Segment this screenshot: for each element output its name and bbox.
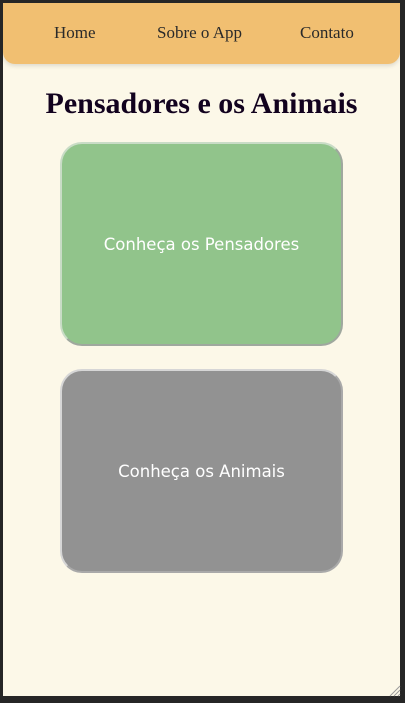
- nav-home-link[interactable]: Home: [54, 23, 96, 43]
- top-navbar: Home Sobre o App Contato: [3, 3, 400, 64]
- animais-card-label: Conheça os Animais: [118, 461, 285, 481]
- nav-about-link[interactable]: Sobre o App: [157, 23, 242, 43]
- pensadores-card-button[interactable]: Conheça os Pensadores: [60, 142, 343, 346]
- resize-grip-icon[interactable]: [389, 685, 401, 697]
- nav-contact-link[interactable]: Contato: [300, 23, 354, 43]
- animais-card-button[interactable]: Conheça os Animais: [60, 369, 343, 573]
- page-title: Pensadores e os Animais: [45, 87, 358, 120]
- pensadores-card-label: Conheça os Pensadores: [103, 234, 300, 254]
- app-viewport: Home Sobre o App Contato Pensadores e os…: [3, 3, 400, 696]
